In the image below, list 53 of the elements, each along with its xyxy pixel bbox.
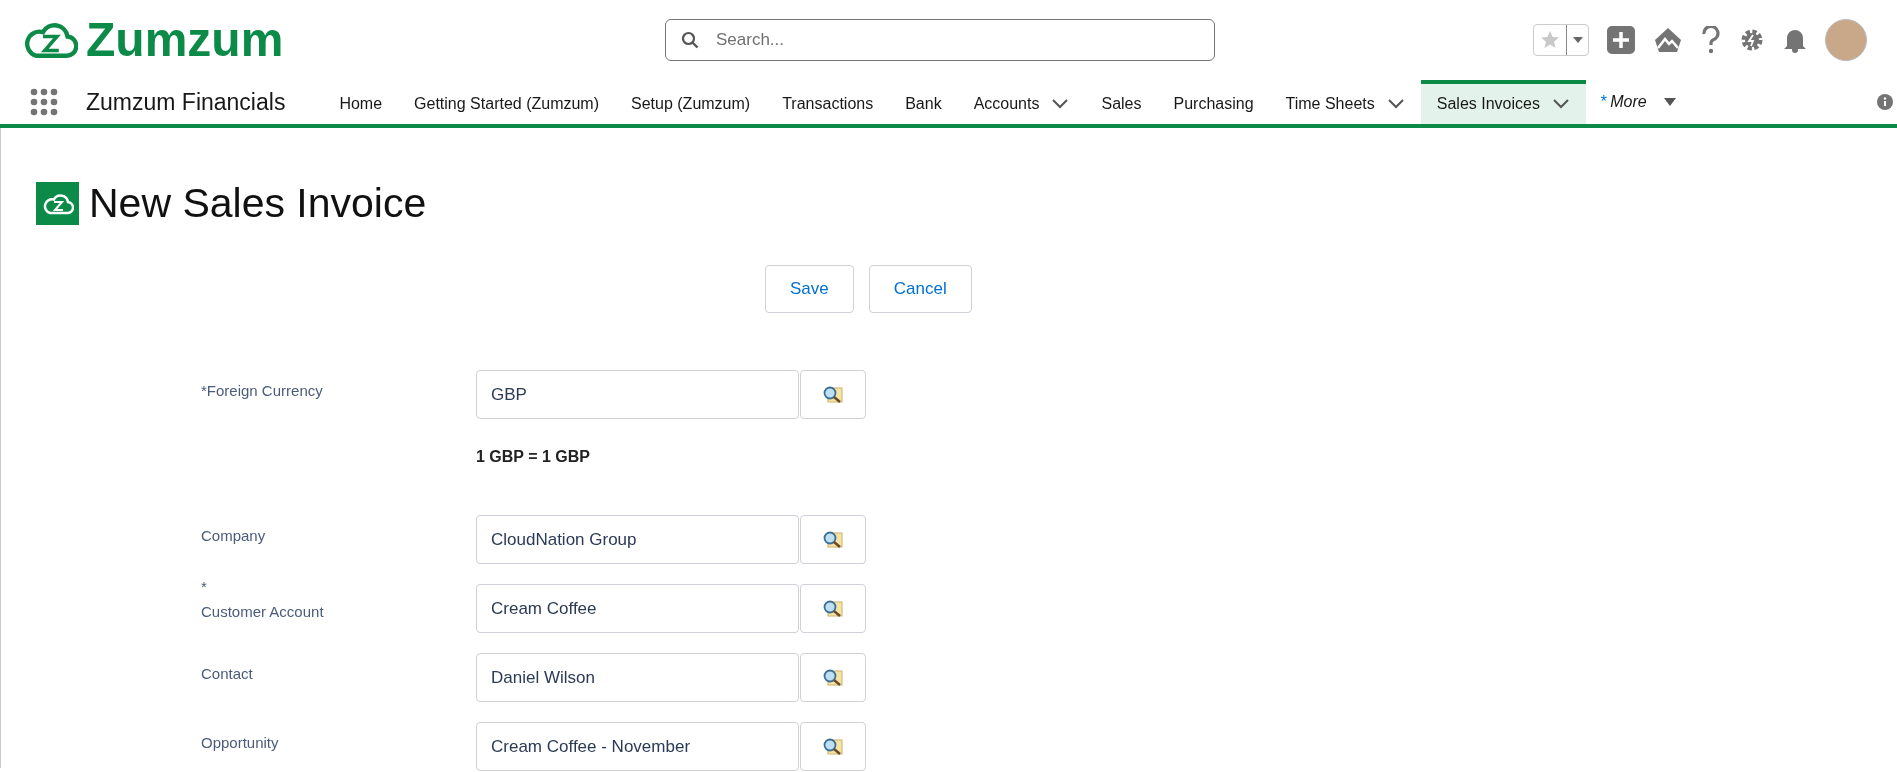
lookup-field[interactable]: CloudNation Group (476, 515, 799, 564)
lookup-field[interactable]: GBP (476, 370, 799, 419)
nav-tab[interactable]: Time Sheets (1269, 80, 1421, 124)
lookup-field[interactable]: Cream Coffee (476, 584, 799, 633)
magnifier-icon (822, 529, 844, 550)
mountain-icon[interactable] (1653, 26, 1683, 54)
bell-icon[interactable] (1783, 27, 1807, 53)
nav-tab[interactable]: Transactions (766, 80, 890, 124)
required-marker: * (201, 381, 207, 401)
magnifier-icon (822, 736, 844, 757)
nav-tab[interactable]: Setup (Zumzum) (615, 80, 767, 124)
lookup-button[interactable] (800, 722, 866, 771)
caret-icon (1571, 36, 1584, 44)
favorites-button[interactable] (1533, 24, 1589, 56)
info-icon[interactable] (1877, 94, 1893, 110)
action-button[interactable]: Cancel (868, 265, 972, 313)
nav-tab[interactable]: Getting Started (Zumzum) (398, 80, 616, 124)
field-label: Foreign Currency (206, 381, 323, 401)
nav-tab[interactable]: Home (323, 80, 399, 124)
search-field[interactable]: Search... (665, 19, 1215, 61)
app-name: Zumzum Financials (86, 87, 286, 117)
exchange-rate-text: 1 GBP = 1 GBP (476, 447, 591, 467)
more-tab[interactable]: * More (1585, 80, 1691, 124)
magnifier-icon (822, 384, 844, 405)
cloud-logo-icon (41, 191, 74, 216)
nav-tab[interactable]: Sales (1085, 80, 1158, 124)
star-icon (1540, 30, 1560, 50)
magnifier-icon (822, 667, 844, 688)
lookup-field[interactable]: Cream Coffee - November (476, 722, 799, 771)
field-label: Contact (201, 665, 253, 682)
lookup-field[interactable]: Daniel Wilson (476, 653, 799, 702)
nav-tab[interactable]: Accounts (957, 80, 1086, 124)
lookup-button[interactable] (800, 515, 866, 564)
lookup-button[interactable] (800, 370, 866, 419)
caret-icon (1662, 97, 1677, 107)
lookup-button[interactable] (800, 653, 866, 702)
field-label: Customer Account (201, 602, 324, 622)
page-title: New Sales Invoice (89, 183, 427, 224)
required-marker: * (201, 578, 207, 597)
app-launcher-icon[interactable] (30, 88, 58, 116)
lookup-button[interactable] (800, 584, 866, 633)
plus-icon[interactable] (1607, 26, 1635, 54)
magnifier-icon (822, 598, 844, 619)
help-icon[interactable] (1701, 26, 1721, 54)
settings-icon[interactable] (1739, 27, 1765, 53)
field-label: Opportunity (201, 734, 279, 751)
field-label: Company (201, 527, 266, 544)
nav-tab[interactable]: Sales Invoices (1420, 80, 1586, 124)
search-icon (681, 31, 699, 49)
nav-tab[interactable]: Bank (889, 80, 958, 124)
nav-tab[interactable]: Purchasing (1157, 80, 1270, 124)
action-button[interactable]: Save (765, 265, 854, 313)
logo-text: Zumzum (86, 16, 284, 64)
